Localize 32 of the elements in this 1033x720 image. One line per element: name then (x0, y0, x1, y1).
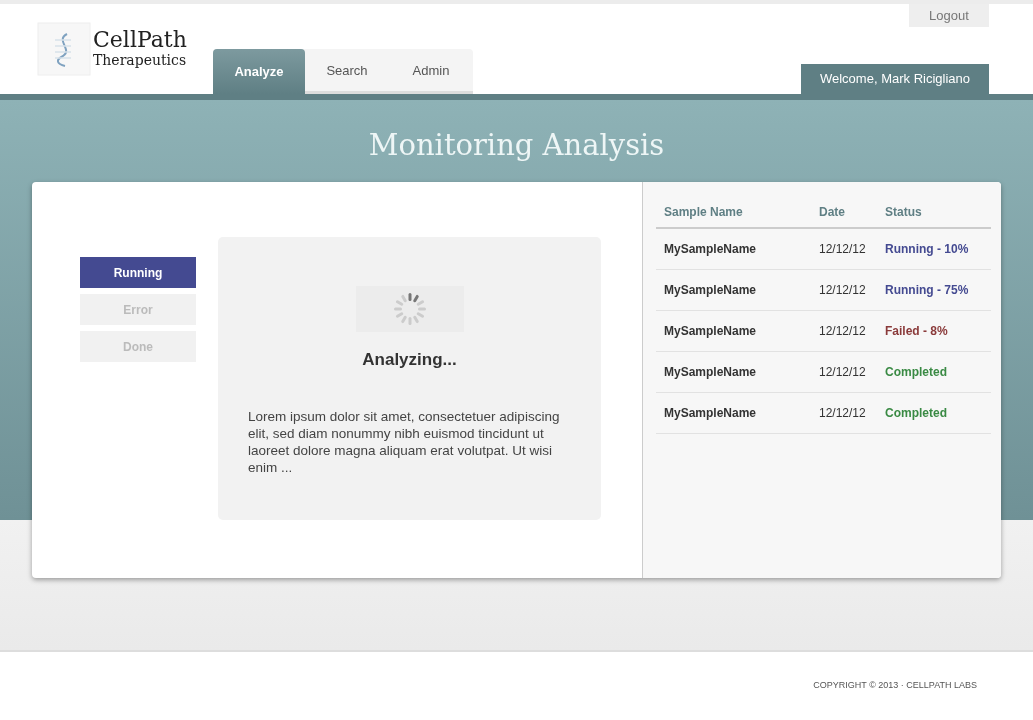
dna-logo-icon (37, 22, 91, 76)
sample-name-cell-text: MySampleName (664, 406, 758, 420)
date-cell-text: 12/12/12 (819, 324, 867, 338)
date-cell-text: 12/12/12 (819, 365, 867, 379)
column-header: Status (885, 204, 923, 219)
column-header: Sample Name (664, 204, 744, 219)
analyzing-heading: Analyzing... (362, 350, 457, 370)
date-cell-text: 12/12/12 (819, 283, 867, 297)
column-header: Date (819, 204, 846, 219)
copyright-text: COPYRIGHT © 2013 · CELLPATH LABS (813, 680, 977, 690)
nav-tab[interactable]: Search (305, 49, 389, 91)
sample-name-cell-text: MySampleName (664, 242, 758, 256)
status-cell-text: Running - 75% (885, 283, 970, 297)
status-filter-button[interactable]: Running (80, 257, 196, 288)
status-cell-text: Failed - 8% (885, 324, 949, 338)
status-cell-text: Completed (885, 365, 948, 379)
date-cell-text: 12/12/12 (819, 242, 867, 256)
sample-name-cell-text: MySampleName (664, 324, 758, 338)
status-cell-text: Completed (885, 406, 948, 420)
sample-name-cell-text: MySampleName (664, 365, 758, 379)
status-cell-text: Running - 10% (885, 242, 970, 256)
date-cell-text: 12/12/12 (819, 406, 867, 420)
logo-name: CellPath (93, 28, 187, 52)
description-text: Lorem ipsum dolor sit amet, consectetuer adipiscing elit, sed diam nonummy nibh euismod tincidunt ut laoreet dolore magna aliquam erat volutpat. Ut wisi enim ... (247, 408, 561, 476)
welcome-label: Welcome, Mark Ricigliano (800, 64, 989, 94)
loading-spinner-icon (392, 292, 427, 326)
logo-tagline: Therapeutics (93, 52, 187, 68)
logout-button[interactable]: Logout (909, 4, 989, 27)
sample-name-cell-text: MySampleName (664, 283, 758, 297)
page-title: Monitoring Analysis (368, 128, 665, 164)
nav-tab[interactable]: Analyze (213, 49, 305, 94)
nav-tab[interactable]: Admin (389, 49, 473, 91)
